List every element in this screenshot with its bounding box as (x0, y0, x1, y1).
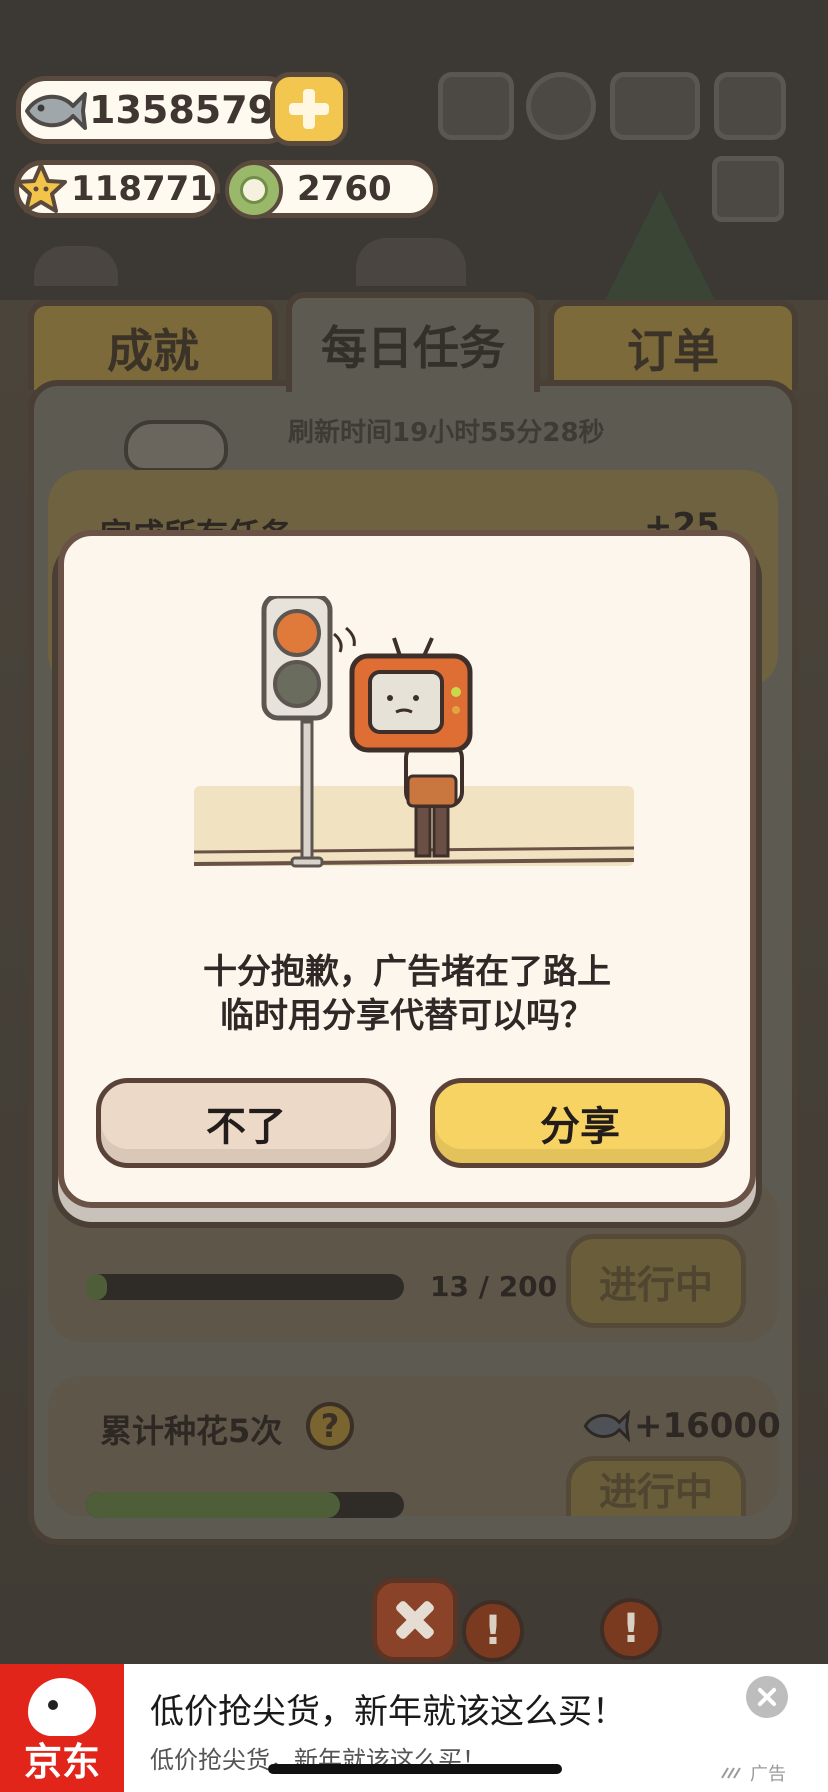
fish-icon (23, 87, 87, 135)
home-indicator[interactable] (268, 1764, 562, 1774)
ad-label: 广告 (720, 1760, 786, 1786)
leaderboard-button[interactable] (438, 72, 514, 140)
jd-dog-icon (28, 1678, 96, 1736)
settings-button[interactable] (526, 72, 596, 140)
fish-currency-counter: 13585796 (16, 76, 301, 144)
task-progress-bar (86, 1274, 404, 1300)
house-roof-decoration (34, 246, 118, 286)
fish-count: 13585796 (89, 88, 301, 132)
pine-tree-decoration (600, 190, 720, 310)
dialog-message-line-2: 临时用分享代替可以吗？ (220, 996, 594, 1036)
star-currency-counter: 118771.7 (13, 159, 250, 219)
cat-decoration-icon (124, 420, 228, 472)
ad-brand-name: 京东 (23, 1740, 100, 1784)
task-status-button[interactable]: 进行中 (566, 1234, 746, 1328)
tv-head-character-illustration (194, 596, 634, 868)
task-progress-bar (86, 1492, 404, 1518)
task-status-button[interactable]: 进行中 (566, 1456, 746, 1516)
coin-currency-counter: 2760 (225, 160, 438, 219)
add-fish-button[interactable] (270, 72, 348, 146)
task-card-plant-flowers: 累计种花5次 ? +16000 进行中 (48, 1376, 781, 1518)
help-icon[interactable]: ? (306, 1402, 354, 1450)
task-reward: +16000 (582, 1406, 781, 1446)
decline-button[interactable]: 不了 (96, 1078, 396, 1168)
ad-title: 低价抢尖货，新年就该这么买！ (150, 1692, 626, 1732)
camera-button[interactable] (714, 72, 786, 140)
green-coin-icon (225, 161, 283, 219)
task-progress-text: 13 / 200 (430, 1270, 558, 1303)
tab-achievements[interactable]: 成就 (28, 300, 278, 390)
star-count: 118771.7 (71, 169, 250, 209)
refresh-timer: 刷新时间19小时55分28秒 (288, 418, 605, 448)
dialog-message-line-1: 十分抱歉，广告堵在了路上 (203, 952, 611, 992)
ad-unavailable-dialog: 十分抱歉，广告堵在了路上 临时用分享代替可以吗？ 不了 分享 (58, 530, 756, 1208)
fish-icon (583, 1409, 630, 1443)
ad-mark-icon (721, 1767, 741, 1779)
house-roof-decoration (356, 238, 466, 286)
ad-close-button[interactable] (746, 1676, 788, 1718)
tab-orders[interactable]: 订单 (548, 300, 798, 390)
jd-logo: 京东 (0, 1664, 124, 1792)
cat-book-button[interactable] (610, 72, 700, 140)
coin-count: 2760 (297, 169, 392, 209)
alert-badge: ! (600, 1598, 662, 1660)
newspaper-button[interactable] (712, 156, 784, 222)
share-button[interactable]: 分享 (430, 1078, 730, 1168)
alert-badge: ! (462, 1600, 524, 1662)
close-panel-button[interactable] (372, 1578, 458, 1662)
task-title: 累计种花5次 (100, 1412, 283, 1450)
tab-daily-tasks[interactable]: 每日任务 (286, 292, 540, 392)
star-icon (13, 159, 69, 219)
